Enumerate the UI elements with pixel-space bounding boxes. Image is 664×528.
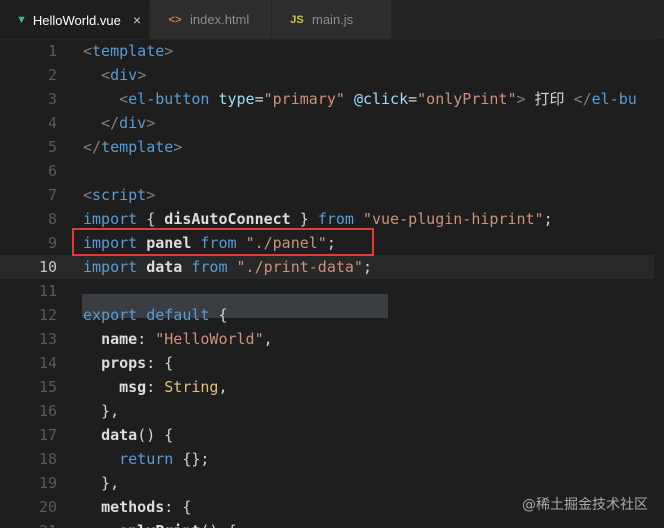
line-number: 1	[47, 42, 57, 60]
code-text: },	[83, 402, 120, 420]
code-line[interactable]: 16 },	[0, 399, 664, 423]
vertical-scrollbar[interactable]	[654, 39, 664, 528]
line-number: 18	[38, 450, 57, 468]
code-line[interactable]: 3 <el-button type="primary" @click="only…	[0, 87, 664, 111]
tab-label: main.js	[312, 12, 354, 27]
code-line[interactable]: 11	[0, 279, 664, 303]
line-number: 21	[0, 519, 57, 528]
annotation-red-box	[72, 228, 374, 256]
line-number: 2	[47, 66, 57, 84]
code-line[interactable]: 2 <div>	[0, 63, 664, 87]
line-number: 7	[47, 186, 57, 204]
tab-label: HelloWorld.vue	[32, 12, 121, 28]
code-text: <el-button type="primary" @click="onlyPr…	[119, 90, 637, 108]
tab-index-html[interactable]: <> index.html	[150, 0, 272, 39]
tab-main-js[interactable]: JS main.js	[272, 0, 392, 39]
html-icon: <>	[168, 13, 182, 26]
js-icon: JS	[290, 13, 304, 26]
line-number: 3	[47, 90, 57, 108]
code-text: import data from "./print-data";	[83, 258, 372, 276]
code-line[interactable]: 6	[0, 159, 664, 183]
line-number: 20	[38, 498, 57, 516]
code-text: export default {	[83, 306, 228, 324]
tab-label: index.html	[190, 12, 250, 27]
tab-bar-empty	[392, 0, 664, 39]
line-number: 13	[38, 330, 57, 348]
line-number: 5	[47, 138, 57, 156]
line-number: 17	[38, 426, 57, 444]
code-line[interactable]: 18 return {};	[0, 447, 664, 471]
line-number: 8	[47, 210, 57, 228]
code-text: },	[83, 474, 120, 492]
code-text: name: "HelloWorld",	[101, 330, 273, 348]
code-text: props: {	[101, 354, 174, 372]
code-line[interactable]: 7 <script>	[0, 183, 664, 207]
line-number: 9	[47, 234, 57, 252]
code-line[interactable]: 4 </div>	[0, 111, 664, 135]
line-number: 16	[38, 402, 57, 420]
code-line[interactable]: 12 export default {	[0, 303, 664, 327]
code-line[interactable]: 15 msg: String,	[0, 375, 664, 399]
editor-tab-bar: ▼ HelloWorld.vue × <> index.html JS main.js	[0, 0, 664, 40]
code-text: <script>	[83, 186, 156, 204]
code-text: methods: {	[101, 498, 192, 516]
code-line[interactable]: 5 </template>	[0, 135, 664, 159]
line-number: 10	[38, 258, 57, 276]
code-text: <div>	[101, 66, 147, 84]
vue-icon: ▼	[16, 14, 27, 26]
code-text: msg: String,	[119, 378, 228, 396]
code-line[interactable]: 1 <template>	[0, 39, 664, 63]
tab-helloworld-vue[interactable]: ▼ HelloWorld.vue ×	[0, 0, 150, 39]
line-number: 19	[38, 474, 57, 492]
code-editor[interactable]: 1 <template> 2 <div> 3 <el-button type="pri…	[0, 39, 664, 528]
line-number: 15	[38, 378, 57, 396]
close-icon[interactable]: ×	[133, 12, 141, 28]
code-line[interactable]: 21 onlyPrint() {	[0, 519, 664, 528]
code-line[interactable]: 14 props: {	[0, 351, 664, 375]
code-text: data() {	[101, 426, 174, 444]
code-line[interactable]: 10 import data from "./print-data";	[0, 255, 664, 279]
watermark: @稀土掘金技术社区	[522, 497, 648, 513]
code-text: return {};	[119, 450, 210, 468]
line-number: 14	[38, 354, 57, 372]
code-line[interactable]: 13 name: "HelloWorld",	[0, 327, 664, 351]
code-text: <template>	[83, 42, 174, 60]
code-text: </div>	[101, 114, 156, 132]
code-text: </template>	[83, 138, 183, 156]
code-line[interactable]: 19 },	[0, 471, 664, 495]
code-text: onlyPrint() {	[83, 519, 236, 528]
line-number: 11	[38, 282, 57, 300]
line-number: 12	[38, 306, 57, 324]
line-number: 4	[47, 114, 57, 132]
code-line[interactable]: 17 data() {	[0, 423, 664, 447]
line-number: 6	[47, 162, 57, 180]
